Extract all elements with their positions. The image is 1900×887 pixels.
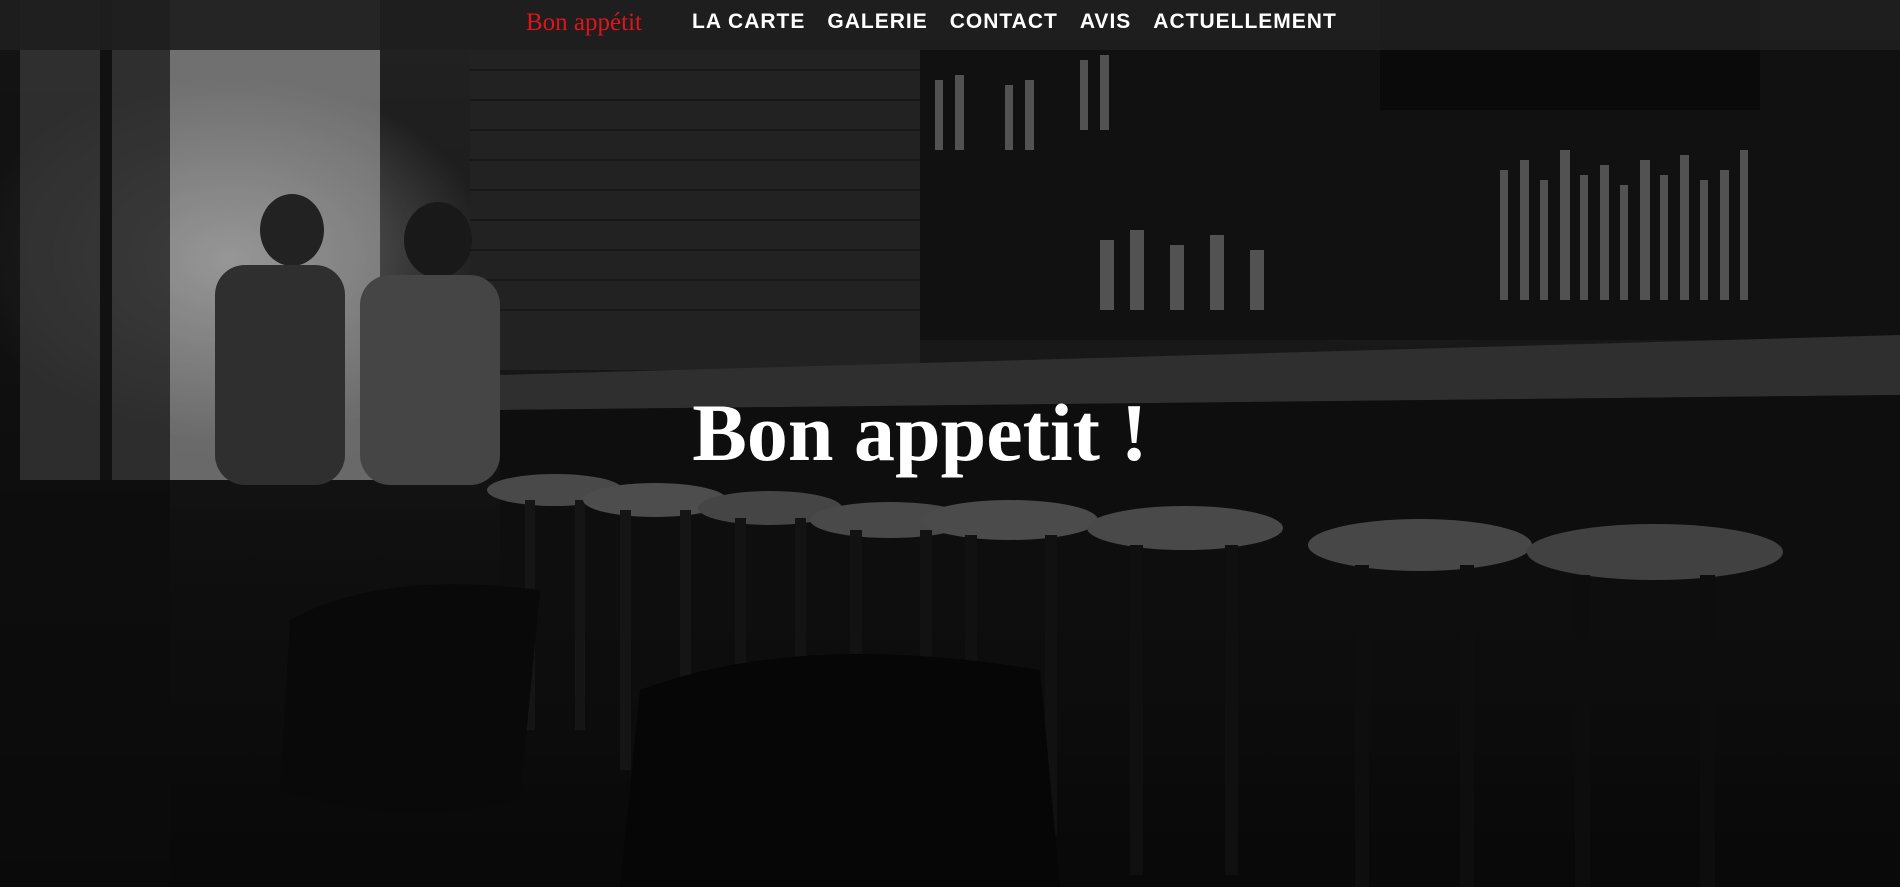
nav-link-la-carte[interactable]: LA CARTE [692,10,805,34]
brand-logo-link[interactable]: Bon appétit [526,9,642,37]
hero-title: Bon appetit ! [692,387,1148,478]
nav-link-contact[interactable]: CONTACT [950,10,1058,34]
nav-link-avis[interactable]: AVIS [1080,10,1131,34]
hero-title-container: Bon appetit ! [0,392,1900,474]
nav-link-galerie[interactable]: GALERIE [827,10,927,34]
main-menu: LA CARTE GALERIE CONTACT AVIS ACTUELLEME… [692,10,1359,34]
nav-link-actuellement[interactable]: ACTUELLEMENT [1153,10,1337,34]
top-navigation: Bon appétit LA CARTE GALERIE CONTACT AVI… [0,0,1900,50]
